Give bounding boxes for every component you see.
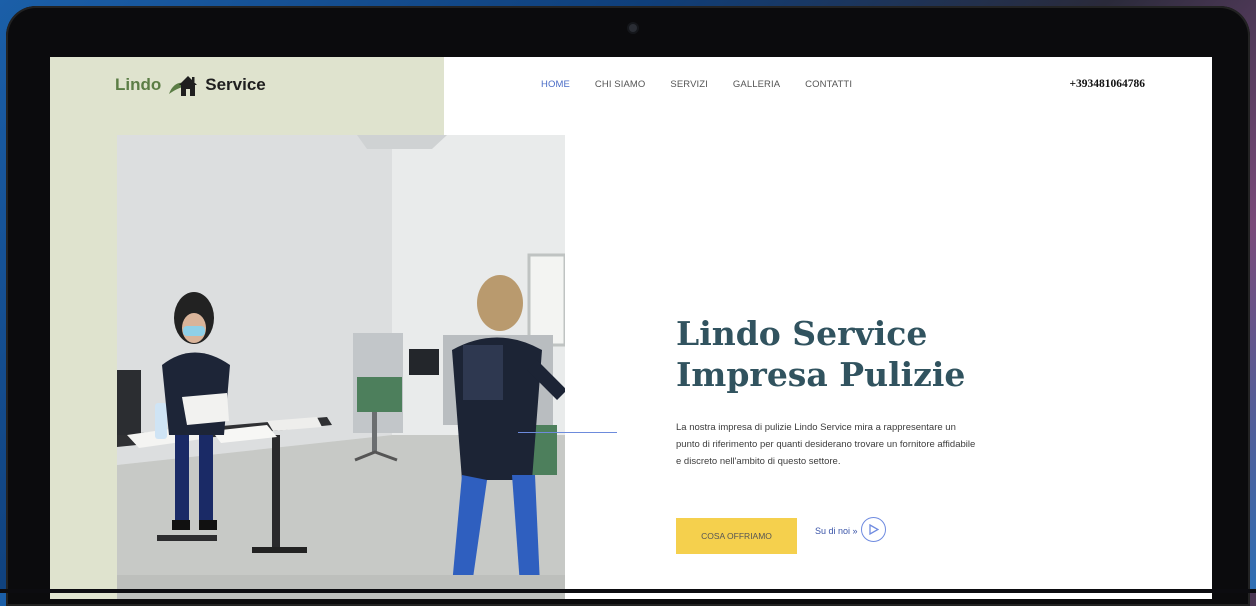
cleaning-staff-photo — [117, 135, 565, 599]
laptop-base-edge — [0, 589, 1256, 593]
play-icon — [869, 524, 879, 535]
play-button[interactable] — [861, 517, 886, 542]
webcam — [629, 24, 637, 32]
logo-word-lindo: Lindo — [115, 75, 162, 94]
nav-item-contatti[interactable]: CONTATTI — [805, 79, 852, 90]
hero-title-line-1: Lindo Service — [676, 314, 928, 353]
hero-title: Lindo Service Impresa Pulizie — [676, 313, 1056, 395]
logo-word-service: Service — [205, 75, 266, 94]
house-leaf-icon — [169, 76, 198, 96]
hero-title-line-2: Impresa Pulizie — [676, 355, 966, 394]
left-accent-strip — [50, 135, 117, 599]
site-logo[interactable]: Lindo Service — [115, 72, 266, 98]
nav-item-chi-siamo[interactable]: CHI SIAMO — [595, 79, 646, 90]
hero-photo — [117, 135, 565, 599]
nav-item-servizi[interactable]: SERVIZI — [670, 79, 707, 90]
phone-number[interactable]: +393481064786 — [1069, 78, 1145, 90]
nav-item-home[interactable]: HOME — [541, 79, 570, 90]
decorative-line — [518, 432, 617, 433]
cta-button-cosa-offriamo[interactable]: COSA OFFRIAMO — [676, 518, 797, 554]
browser-viewport: Lindo Service HOME CHI SIAMO SERVIZI GAL… — [50, 57, 1212, 599]
nav-item-galleria[interactable]: GALLERIA — [733, 79, 780, 90]
hero-description: La nostra impresa di pulizie Lindo Servi… — [676, 422, 976, 467]
about-link[interactable]: Su di noi » — [815, 526, 858, 536]
main-nav: HOME CHI SIAMO SERVIZI GALLERIA CONTATTI — [541, 79, 877, 90]
